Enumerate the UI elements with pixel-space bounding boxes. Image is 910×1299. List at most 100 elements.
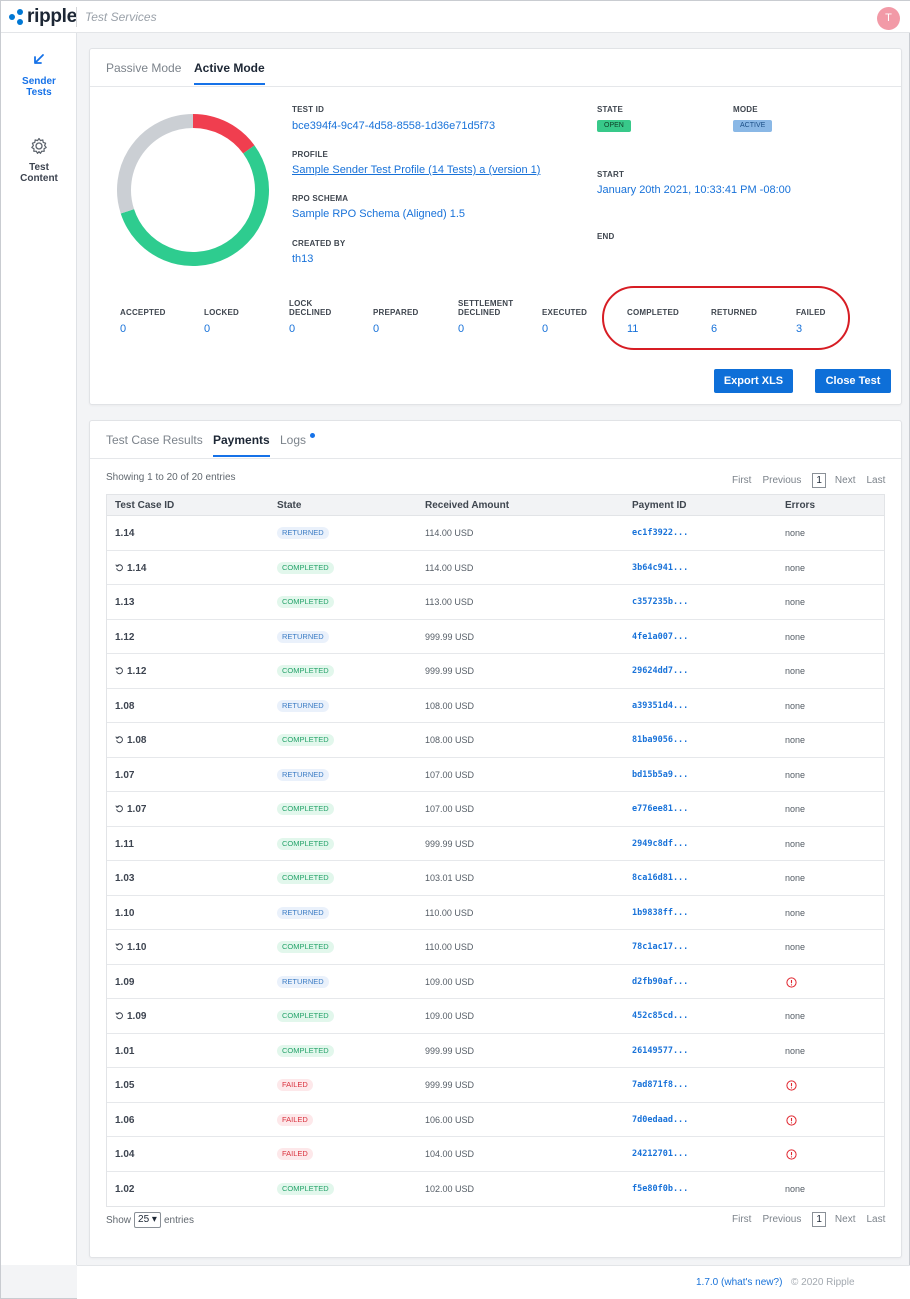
gear-icon [31, 137, 47, 154]
column-header[interactable]: Test Case ID [115, 500, 174, 511]
table-row[interactable]: 1.01 COMPLETED 999.99 USD 26149577... none [107, 1034, 884, 1068]
errors-cell: none [785, 1184, 805, 1194]
payment-id-link[interactable]: a39351d4... [632, 701, 688, 711]
payment-id-link[interactable]: f5e80f0b... [632, 1184, 688, 1194]
table-row[interactable]: 1.04 FAILED 104.00 USD 24212701... [107, 1137, 884, 1172]
state-badge: FAILED [277, 1113, 313, 1126]
payment-id-link[interactable]: 7d0edaad... [632, 1115, 688, 1125]
payment-id-link[interactable]: 7ad871f8... [632, 1080, 688, 1090]
tab-passive-mode[interactable]: Passive Mode [106, 61, 181, 85]
pager-current-page[interactable]: 1 [812, 1212, 826, 1227]
payment-id-link[interactable]: 29624dd7... [632, 666, 688, 676]
tab-test-case-results[interactable]: Test Case Results [106, 433, 203, 457]
table-row[interactable]: 1.07 COMPLETED 107.00 USD e776ee81... none [107, 792, 884, 827]
payment-id-link[interactable]: c357235b... [632, 597, 688, 607]
test-case-id-text: 1.12 [115, 631, 135, 643]
payment-id-link[interactable]: 1b9838ff... [632, 908, 688, 918]
table-row[interactable]: 1.10 COMPLETED 110.00 USD 78c1ac17... none [107, 930, 884, 965]
pager-next[interactable]: Next [835, 1214, 856, 1225]
pager-next[interactable]: Next [835, 475, 856, 486]
table-row[interactable]: 1.08 RETURNED 108.00 USD a39351d4... none [107, 689, 884, 723]
tab-logs[interactable]: Logs [280, 433, 306, 457]
table-row[interactable]: 1.11 COMPLETED 999.99 USD 2949c8df... none [107, 827, 884, 861]
table-row[interactable]: 1.09 RETURNED 109.00 USD d2fb90af... [107, 965, 884, 999]
column-header[interactable]: Errors [785, 500, 815, 511]
error-alert-icon[interactable] [786, 1114, 797, 1126]
pager-last[interactable]: Last [866, 1214, 885, 1225]
tab-active-mode[interactable]: Active Mode [194, 61, 265, 85]
table-row[interactable]: 1.12 COMPLETED 999.99 USD 29624dd7... none [107, 654, 884, 689]
stat-label: LOCKED [204, 308, 239, 317]
test-case-id: 1.14 [115, 563, 146, 574]
table-row[interactable]: 1.08 COMPLETED 108.00 USD 81ba9056... none [107, 723, 884, 758]
received-amount: 999.99 USD [425, 1045, 475, 1056]
table-row[interactable]: 1.03 COMPLETED 103.01 USD 8ca16d81... none [107, 861, 884, 896]
version-link[interactable]: 1.7.0 (what's new?) [696, 1277, 782, 1288]
pager-first[interactable]: First [732, 475, 751, 486]
table-row[interactable]: 1.14 COMPLETED 114.00 USD 3b64c941... none [107, 551, 884, 585]
table-row[interactable]: 1.09 COMPLETED 109.00 USD 452c85cd... none [107, 999, 884, 1034]
tab-payments[interactable]: Payments [213, 433, 270, 457]
payment-id-link[interactable]: ec1f3922... [632, 528, 688, 538]
table-row[interactable]: 1.07 RETURNED 107.00 USD bd15b5a9... none [107, 758, 884, 792]
payment-id-link[interactable]: 26149577... [632, 1046, 688, 1056]
close-test-button[interactable]: Close Test [815, 369, 891, 393]
profile-link[interactable]: Sample Sender Test Profile (14 Tests) a … [292, 164, 540, 176]
stat-value[interactable]: 0 [373, 323, 379, 335]
payment-id-link[interactable]: e776ee81... [632, 804, 688, 814]
test-case-id: 1.10 [115, 942, 146, 953]
payment-id-link[interactable]: bd15b5a9... [632, 770, 688, 780]
pager-last[interactable]: Last [866, 475, 885, 486]
results-tabs: Test Case Results Payments Logs [90, 421, 901, 459]
rpo-schema-label: RPO SCHEMA [292, 194, 349, 203]
retry-icon [115, 563, 123, 571]
table-row[interactable]: 1.06 FAILED 106.00 USD 7d0edaad... [107, 1103, 884, 1137]
table-row[interactable]: 1.12 RETURNED 999.99 USD 4fe1a007... none [107, 620, 884, 654]
pager-previous[interactable]: Previous [762, 475, 801, 486]
page-size-select[interactable]: 25 ▾ [134, 1212, 161, 1228]
stat-value[interactable]: 0 [458, 323, 464, 335]
error-alert-icon[interactable] [786, 1080, 797, 1091]
table-header: Test Case ID State Received Amount Payme… [107, 495, 884, 516]
rpo-schema-value[interactable]: Sample RPO Schema (Aligned) 1.5 [292, 208, 465, 220]
table-row[interactable]: 1.14 RETURNED 114.00 USD ec1f3922... none [107, 516, 884, 551]
state-cell: FAILED [277, 1113, 313, 1126]
sidebar-item-sender-tests[interactable]: Sender Tests [1, 50, 77, 98]
sidebar-item-test-content[interactable]: Test Content [1, 136, 77, 184]
payment-id-link[interactable]: 81ba9056... [632, 735, 688, 745]
table-row[interactable]: 1.02 COMPLETED 102.00 USD f5e80f0b... none [107, 1172, 884, 1207]
table-row[interactable]: 1.05 FAILED 999.99 USD 7ad871f8... [107, 1068, 884, 1103]
user-avatar[interactable]: T [877, 7, 900, 30]
state-cell: FAILED [277, 1148, 313, 1160]
payment-id-link[interactable]: 4fe1a007... [632, 632, 688, 642]
ripple-logo[interactable]: ripple [9, 6, 77, 28]
column-header[interactable]: Received Amount [425, 500, 509, 511]
payment-id-link[interactable]: 3b64c941... [632, 563, 688, 573]
errors-cell: none [785, 563, 805, 573]
payment-id-link[interactable]: 78c1ac17... [632, 942, 688, 952]
error-alert-icon[interactable] [786, 1149, 797, 1160]
test-case-id: 1.06 [115, 1115, 134, 1126]
stat-value[interactable]: 0 [289, 323, 295, 335]
error-alert-icon[interactable] [786, 976, 797, 988]
stat-value[interactable]: 0 [542, 323, 548, 335]
received-amount: 999.99 USD [425, 1080, 475, 1090]
table-row[interactable]: 1.13 COMPLETED 113.00 USD c357235b... none [107, 585, 884, 620]
pager-current-page[interactable]: 1 [812, 473, 826, 488]
column-header[interactable]: State [277, 500, 301, 511]
stat-value[interactable]: 0 [204, 323, 210, 335]
payment-id-link[interactable]: 2949c8df... [632, 839, 688, 849]
status-donut-chart [117, 114, 269, 266]
export-xls-button[interactable]: Export XLS [714, 369, 793, 393]
payment-id-link[interactable]: 452c85cd... [632, 1011, 688, 1021]
payment-id-link[interactable]: 24212701... [632, 1149, 688, 1159]
payment-id-link[interactable]: d2fb90af... [632, 977, 688, 987]
table-row[interactable]: 1.10 RETURNED 110.00 USD 1b9838ff... none [107, 896, 884, 930]
payment-id-link[interactable]: 8ca16d81... [632, 873, 688, 883]
pager-previous[interactable]: Previous [762, 1214, 801, 1225]
pager-first[interactable]: First [732, 1214, 751, 1225]
column-header[interactable]: Payment ID [632, 500, 686, 511]
stat-value[interactable]: 0 [120, 323, 126, 335]
errors-cell: none [785, 701, 805, 711]
donut-segment-other [117, 114, 194, 214]
